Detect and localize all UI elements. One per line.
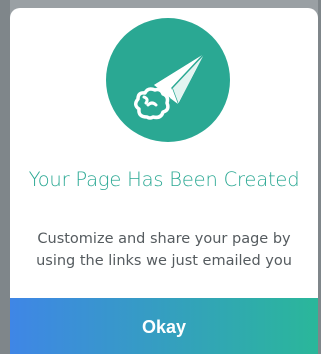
backdrop-left-edge (0, 0, 10, 354)
screen-backdrop: Your Page Has Been Created Customize and… (0, 0, 321, 354)
modal-title: Your Page Has Been Created (28, 168, 300, 191)
paper-plane-icon (106, 18, 230, 142)
okay-button[interactable]: Okay (10, 298, 318, 354)
modal-description: Customize and share your page by using t… (36, 231, 292, 269)
confirmation-modal: Your Page Has Been Created Customize and… (10, 8, 318, 354)
